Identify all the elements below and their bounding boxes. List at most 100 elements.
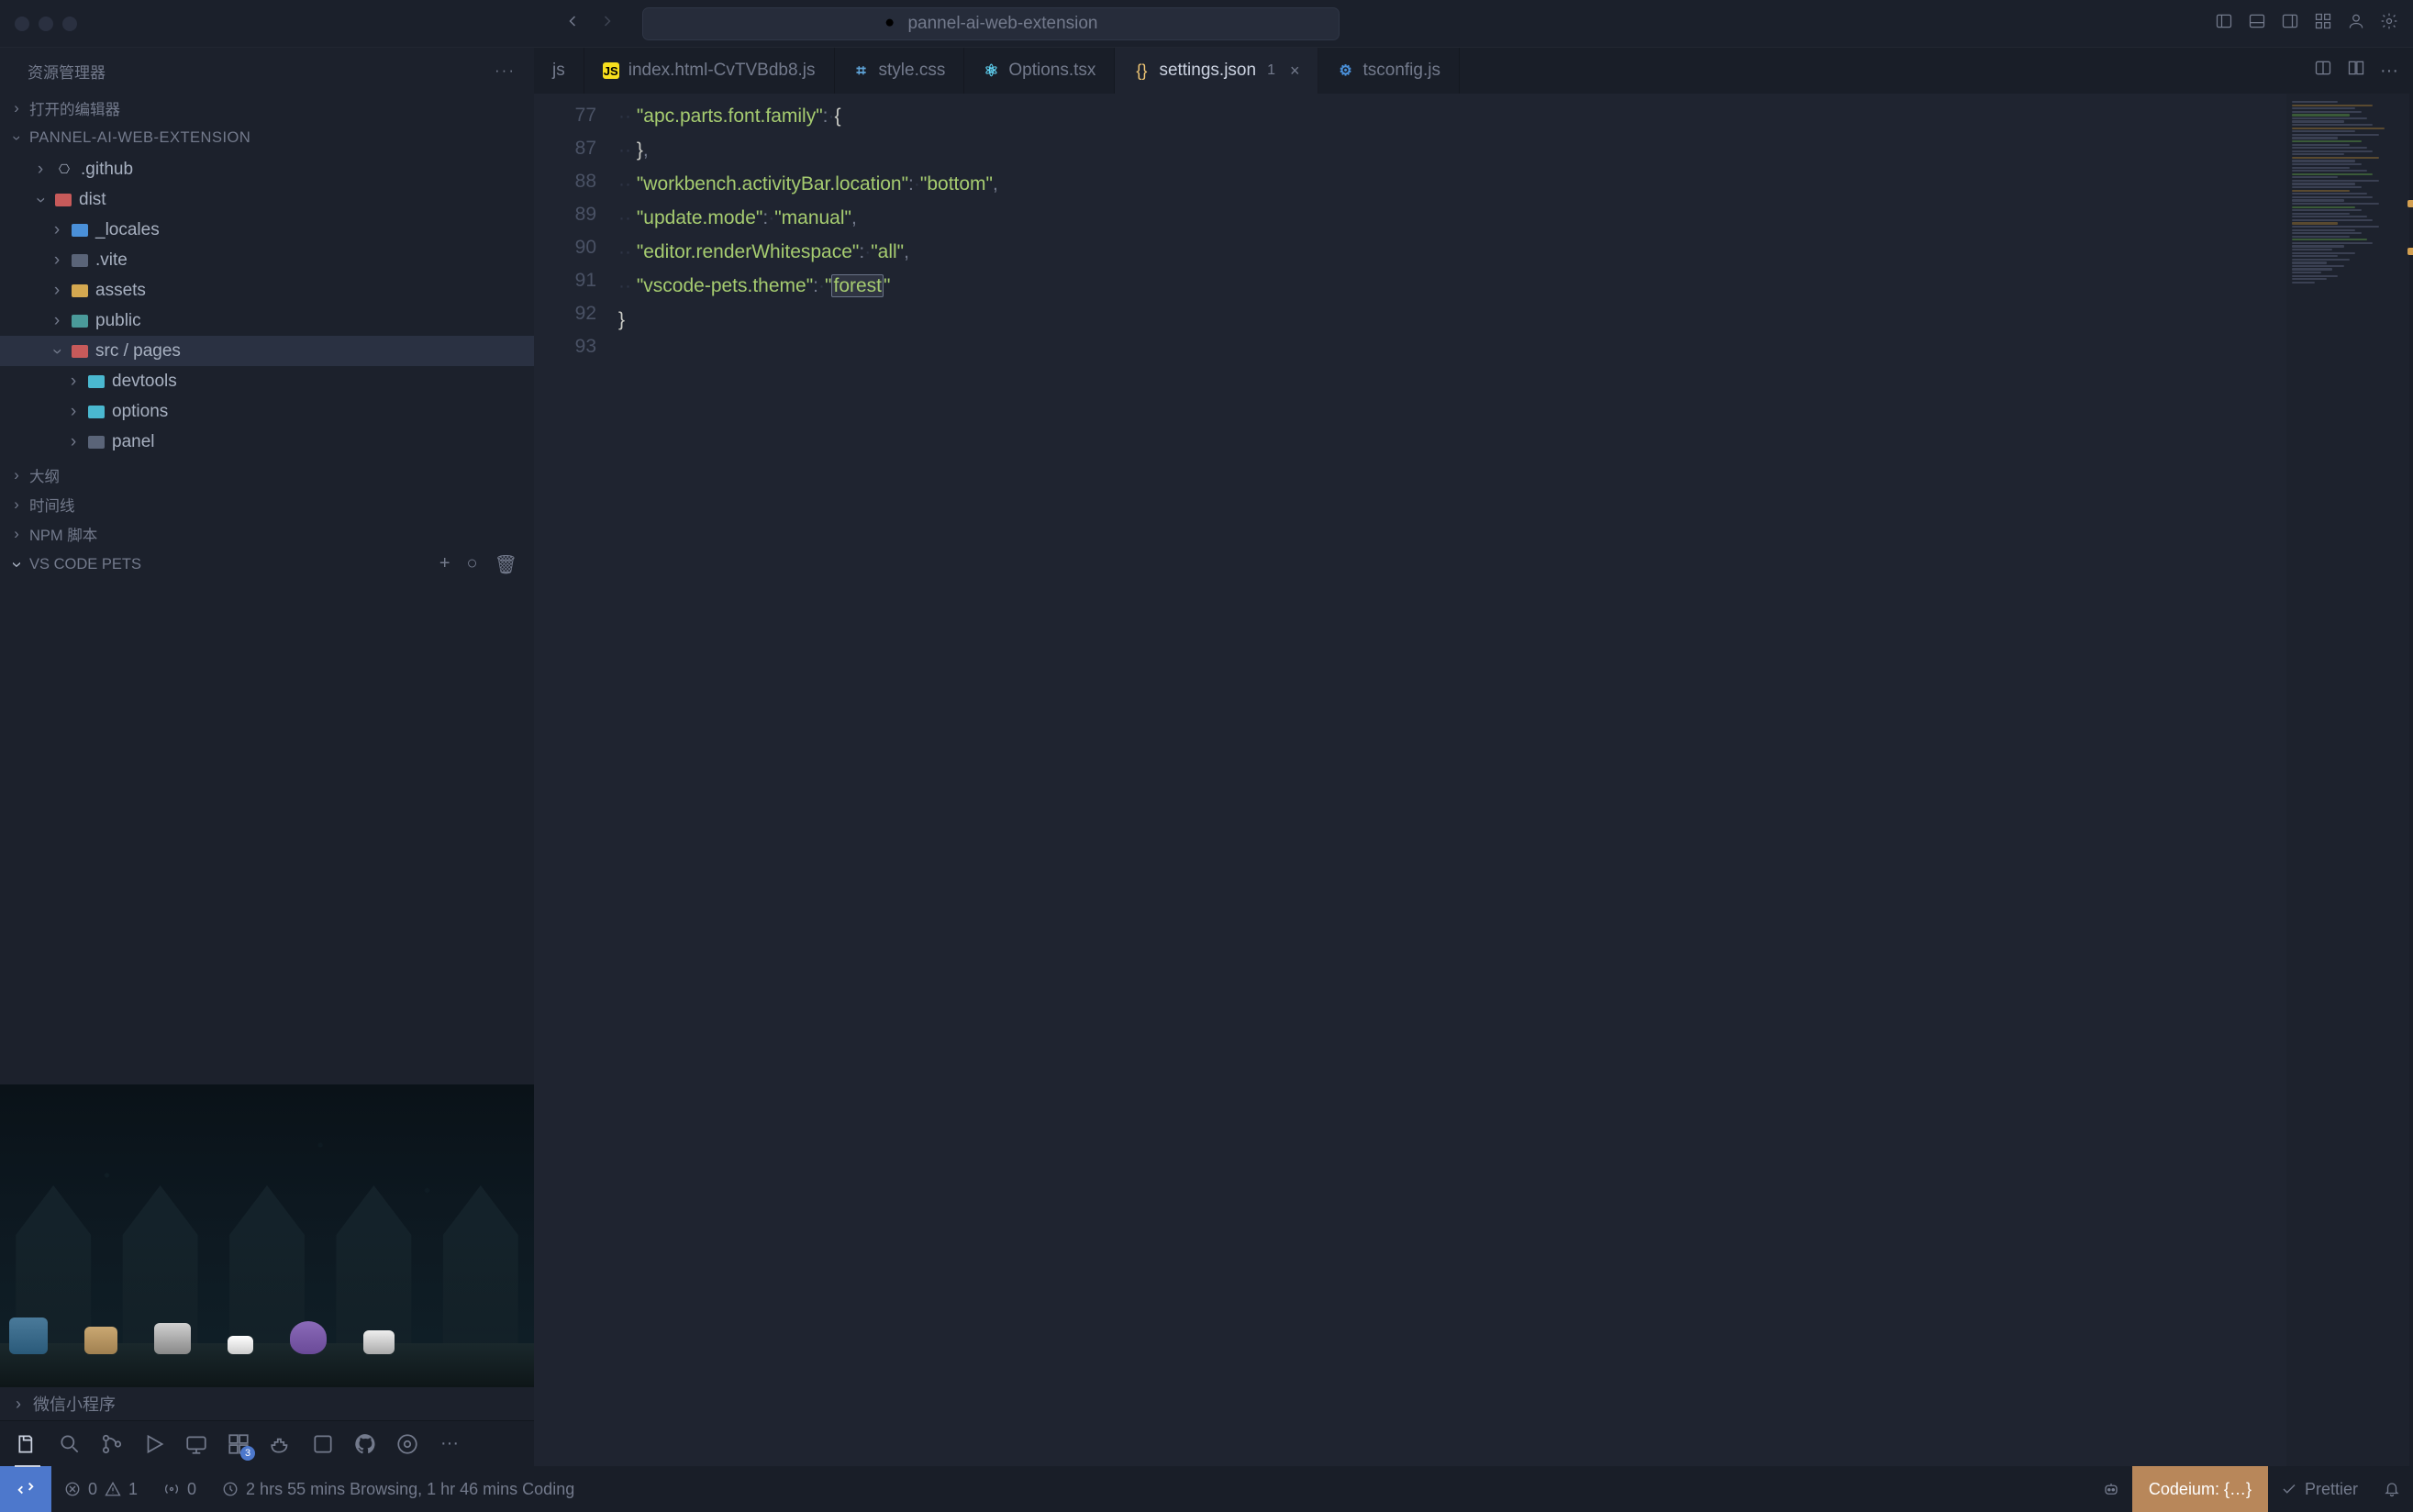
status-ports[interactable]: 0 xyxy=(150,1466,209,1512)
tab-index-html-js[interactable]: JSindex.html-CvTVBdb8.js xyxy=(584,48,835,94)
section-npm[interactable]: ›NPM 脚本 xyxy=(0,519,534,549)
status-bell[interactable] xyxy=(2371,1466,2413,1512)
traffic-light-close[interactable] xyxy=(15,17,29,31)
account-icon[interactable] xyxy=(2347,12,2365,36)
tab-more-icon[interactable]: ··· xyxy=(2380,61,2398,82)
status-errors: 0 xyxy=(88,1480,97,1499)
command-center[interactable]: pannel-ai-web-extension xyxy=(642,7,1340,40)
layout-primary-icon[interactable] xyxy=(2215,12,2233,36)
tab-style-css[interactable]: ⌗style.css xyxy=(835,48,965,94)
section-outline[interactable]: ›大纲 xyxy=(0,461,534,490)
tree-label: .vite xyxy=(95,250,128,271)
pet-sprite[interactable] xyxy=(290,1321,327,1354)
file-tree: ›⎔.github ›dist ›_locales ›.vite ›assets… xyxy=(0,152,534,461)
code-area[interactable]: ·· "apc.parts.font.family":·{ ·· }, ·· "… xyxy=(613,94,2286,1466)
tree-item-srcpages[interactable]: ›src / pages xyxy=(0,336,534,366)
pets-trash-icon[interactable]: 🗑 xyxy=(495,553,517,576)
tab-js[interactable]: js xyxy=(534,48,584,94)
tree-item-public[interactable]: ›public xyxy=(0,306,534,336)
pet-sprite[interactable] xyxy=(154,1323,191,1354)
tree-item-options[interactable]: ›options xyxy=(0,396,534,427)
tree-item-devtools[interactable]: ›devtools xyxy=(0,366,534,396)
tab-label: tsconfig.js xyxy=(1362,61,1440,81)
status-prettier[interactable]: Prettier xyxy=(2268,1466,2371,1512)
section-project-label: PANNEL-AI-WEB-EXTENSION xyxy=(29,129,250,147)
sidebar-more-icon[interactable]: ··· xyxy=(495,61,516,80)
tree-item-locales[interactable]: ›_locales xyxy=(0,215,534,245)
chevron-right-icon: › xyxy=(11,1395,26,1414)
section-open-editors[interactable]: ›打开的编辑器 xyxy=(0,94,534,123)
status-codeium[interactable]: Codeium: {…} xyxy=(2132,1466,2268,1512)
layout-customize-icon[interactable] xyxy=(2314,12,2332,36)
tab-options-tsx[interactable]: ⚛Options.tsx xyxy=(964,48,1115,94)
chevron-right-icon: › xyxy=(50,281,64,301)
activity-search[interactable] xyxy=(51,1426,88,1462)
tree-item-dist[interactable]: ›dist xyxy=(0,184,534,215)
section-pets[interactable]: › VS CODE PETS + ○ 🗑 xyxy=(0,549,534,580)
layout-secondary-icon[interactable] xyxy=(2281,12,2299,36)
pet-sprite[interactable] xyxy=(9,1317,48,1354)
folder-github-icon: ⎔ xyxy=(55,161,73,179)
nav-back-icon[interactable] xyxy=(563,12,582,36)
activity-docker[interactable] xyxy=(262,1426,299,1462)
activity-extensions[interactable]: 3 xyxy=(220,1426,257,1462)
status-ports-count: 0 xyxy=(187,1480,196,1499)
line-number: 88 xyxy=(534,165,596,198)
activity-more-icon[interactable]: ··· xyxy=(431,1426,468,1462)
section-timeline[interactable]: ›时间线 xyxy=(0,490,534,519)
tree-item-panel[interactable]: ›panel xyxy=(0,427,534,457)
main-area: 资源管理器 ··· ›打开的编辑器 ›PANNEL-AI-WEB-EXTENSI… xyxy=(0,48,2413,1466)
split-icon[interactable] xyxy=(2347,59,2365,83)
traffic-light-max[interactable] xyxy=(62,17,77,31)
nav-forward-icon[interactable] xyxy=(598,12,617,36)
compare-icon[interactable] xyxy=(2314,59,2332,83)
code-token: "all" xyxy=(871,241,904,262)
tab-label: index.html-CvTVBdb8.js xyxy=(628,61,816,81)
status-time[interactable]: 2 hrs 55 mins Browsing, 1 hr 46 mins Cod… xyxy=(209,1466,587,1512)
radio-icon xyxy=(163,1481,180,1497)
activity-gitlens[interactable] xyxy=(389,1426,426,1462)
pet-sprite[interactable] xyxy=(84,1327,117,1354)
chevron-right-icon: › xyxy=(66,372,81,392)
pet-sprite[interactable] xyxy=(363,1330,395,1354)
activity-explorer[interactable] xyxy=(9,1426,46,1462)
chevron-right-icon: › xyxy=(9,100,24,117)
tree-item-vite[interactable]: ›.vite xyxy=(0,245,534,275)
section-timeline-label: 时间线 xyxy=(29,494,75,516)
activity-todo[interactable] xyxy=(305,1426,341,1462)
remote-button[interactable] xyxy=(0,1466,51,1512)
tree-label: src / pages xyxy=(95,341,181,361)
section-wxmini-label: 微信小程序 xyxy=(33,1392,116,1416)
tree-item-assets[interactable]: ›assets xyxy=(0,275,534,306)
minimap-marker xyxy=(2407,248,2413,255)
section-npm-label: NPM 脚本 xyxy=(29,523,97,545)
tab-tsconfig[interactable]: ⚙tsconfig.js xyxy=(1318,48,1459,94)
tab-settings-json[interactable]: {}settings.json1× xyxy=(1115,48,1318,94)
pets-roll-icon[interactable]: ○ xyxy=(467,553,478,576)
tab-problems-count: 1 xyxy=(1267,62,1275,79)
activity-remote[interactable] xyxy=(178,1426,215,1462)
minimap[interactable] xyxy=(2286,94,2413,1466)
gear-icon[interactable] xyxy=(2380,12,2398,36)
section-project[interactable]: ›PANNEL-AI-WEB-EXTENSION xyxy=(0,123,534,152)
status-problems[interactable]: 0 1 xyxy=(51,1466,150,1512)
activity-bar: 3 ··· xyxy=(0,1420,534,1466)
sidebar: 资源管理器 ··· ›打开的编辑器 ›PANNEL-AI-WEB-EXTENSI… xyxy=(0,48,534,1466)
activity-github[interactable] xyxy=(347,1426,384,1462)
pets-add-icon[interactable]: + xyxy=(439,553,450,576)
tree-label: .github xyxy=(81,160,133,180)
section-outline-label: 大纲 xyxy=(29,464,60,486)
close-icon[interactable]: × xyxy=(1290,61,1300,81)
section-wxmini[interactable]: › 微信小程序 xyxy=(0,1387,534,1420)
status-copilot[interactable] xyxy=(2090,1466,2132,1512)
layout-panel-icon[interactable] xyxy=(2248,12,2266,36)
pets-panel[interactable] xyxy=(0,1084,534,1387)
pet-sprite[interactable] xyxy=(228,1336,253,1354)
tree-item-github[interactable]: ›⎔.github xyxy=(0,154,534,184)
code-token: "bottom" xyxy=(920,173,993,195)
traffic-light-min[interactable] xyxy=(39,17,53,31)
activity-scm[interactable] xyxy=(94,1426,130,1462)
activity-run[interactable] xyxy=(136,1426,172,1462)
tab-label: style.css xyxy=(879,61,946,81)
chevron-right-icon: › xyxy=(66,432,81,452)
